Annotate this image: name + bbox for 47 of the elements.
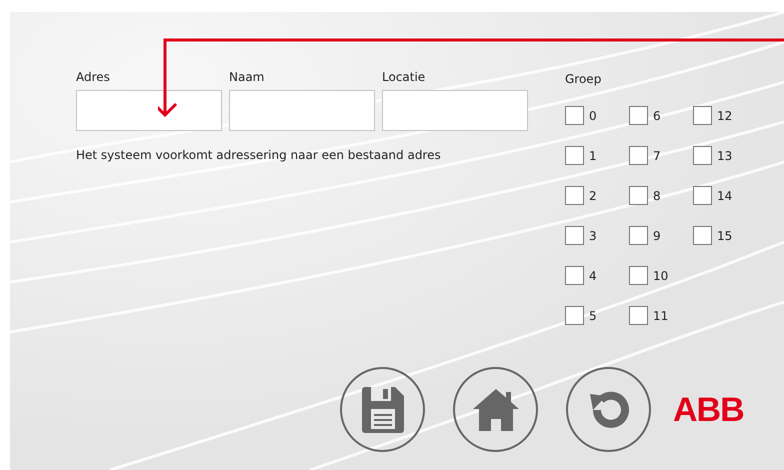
group-label: Groep bbox=[565, 71, 602, 88]
checkbox-label: 1 bbox=[589, 148, 597, 164]
checkbox-label: 14 bbox=[717, 188, 732, 204]
save-icon bbox=[362, 386, 404, 432]
save-button[interactable] bbox=[340, 367, 425, 452]
checkbox-label: 0 bbox=[589, 108, 597, 124]
checkbox-label: 5 bbox=[589, 308, 597, 324]
reset-button[interactable] bbox=[566, 367, 651, 452]
checkbox[interactable] bbox=[629, 146, 648, 165]
checkbox[interactable] bbox=[565, 146, 584, 165]
checkbox-label: 13 bbox=[717, 148, 732, 164]
checkbox-label: 15 bbox=[717, 228, 732, 244]
checkbox[interactable] bbox=[565, 266, 584, 285]
field-label: Adres bbox=[76, 69, 111, 84]
field-label: Naam bbox=[229, 69, 266, 84]
home-icon bbox=[472, 388, 518, 430]
checkbox-label: 8 bbox=[653, 188, 661, 204]
checkbox-label: 6 bbox=[653, 108, 661, 124]
checkbox-label: 9 bbox=[653, 228, 661, 244]
checkbox-label: 4 bbox=[589, 268, 597, 284]
checkbox[interactable] bbox=[629, 306, 648, 325]
home-button[interactable] bbox=[453, 367, 538, 452]
checkbox-label: 2 bbox=[589, 188, 597, 204]
reset-icon bbox=[588, 390, 628, 430]
checkbox[interactable] bbox=[565, 186, 584, 205]
checkbox-label: 10 bbox=[653, 268, 668, 284]
checkbox[interactable] bbox=[629, 186, 648, 205]
checkbox-label: 3 bbox=[589, 228, 597, 244]
input-field[interactable] bbox=[382, 90, 528, 131]
checkbox[interactable] bbox=[629, 266, 648, 285]
field-label: Locatie bbox=[382, 69, 426, 84]
input-field[interactable] bbox=[229, 90, 375, 131]
checkbox-label: 11 bbox=[653, 308, 668, 324]
checkbox[interactable] bbox=[565, 106, 584, 125]
checkbox[interactable] bbox=[693, 186, 712, 205]
checkbox-label: 7 bbox=[653, 148, 661, 164]
checkbox[interactable] bbox=[693, 146, 712, 165]
checkbox-label: 12 bbox=[717, 108, 732, 124]
checkbox[interactable] bbox=[629, 106, 648, 125]
checkbox[interactable] bbox=[565, 226, 584, 245]
note-text: Het systeem voorkomt adressering naar een bestaand adres bbox=[76, 147, 442, 164]
checkbox[interactable] bbox=[693, 226, 712, 245]
input-field[interactable] bbox=[76, 90, 222, 131]
checkbox[interactable] bbox=[565, 306, 584, 325]
checkbox[interactable] bbox=[629, 226, 648, 245]
checkbox[interactable] bbox=[693, 106, 712, 125]
logo: ABB bbox=[673, 392, 744, 426]
